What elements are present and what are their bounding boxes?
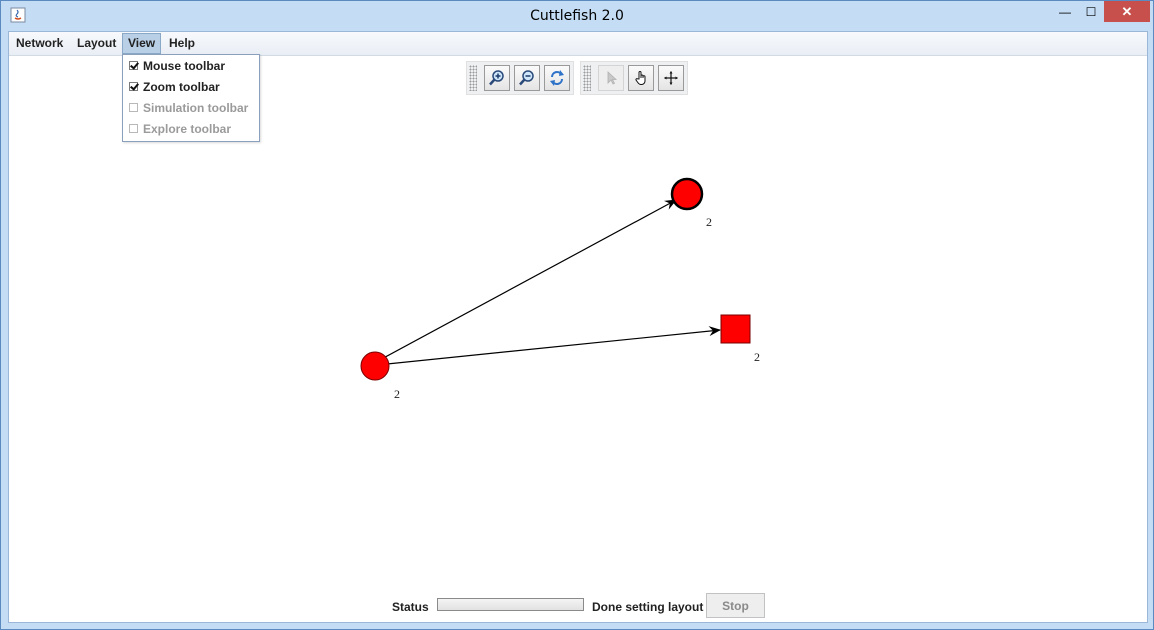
menu-view[interactable]: View <box>122 33 162 54</box>
progress-bar <box>437 598 584 611</box>
status-message: Done setting layout <box>592 600 704 614</box>
close-button[interactable]: ✕ <box>1104 1 1150 22</box>
graph-node-source[interactable] <box>360 351 390 381</box>
edge-source-to-circle[interactable] <box>375 199 677 363</box>
menu-network[interactable]: Network <box>11 33 68 54</box>
menu-item-simulation-toolbar[interactable]: Simulation toolbar <box>123 98 259 119</box>
app-window: Cuttlefish 2.0 — ☐ ✕ Network Layout View… <box>0 0 1154 630</box>
checkbox-checked-icon[interactable] <box>129 82 138 91</box>
view-menu-dropdown: Mouse toolbar Zoom toolbar Simulation to… <box>122 54 260 142</box>
status-bar: Status Done setting layout Stop <box>9 592 1147 622</box>
menu-layout[interactable]: Layout <box>72 33 121 54</box>
graph-node-target-circle[interactable] <box>670 177 704 211</box>
edge-source-to-square[interactable] <box>376 326 721 366</box>
menu-item-mouse-toolbar[interactable]: Mouse toolbar <box>123 56 259 77</box>
stop-button[interactable]: Stop <box>706 593 765 618</box>
node-label-source: 2 <box>394 387 400 401</box>
node-label-target-circle: 2 <box>706 215 712 229</box>
menu-item-label: Simulation toolbar <box>143 101 249 115</box>
menu-item-label: Explore toolbar <box>143 122 232 136</box>
status-label: Status <box>392 600 429 614</box>
minimize-button[interactable]: — <box>1052 1 1078 22</box>
checkbox-checked-icon[interactable] <box>129 61 138 70</box>
checkbox-unchecked-icon[interactable] <box>129 124 138 133</box>
checkbox-unchecked-icon[interactable] <box>129 103 138 112</box>
menu-item-explore-toolbar[interactable]: Explore toolbar <box>123 119 259 140</box>
menu-item-label: Zoom toolbar <box>143 80 220 94</box>
title-bar[interactable]: Cuttlefish 2.0 — ☐ ✕ <box>1 1 1153 31</box>
client-area: Network Layout View Help Mouse toolbar Z… <box>8 31 1148 623</box>
menu-bar: Network Layout View Help <box>9 32 1147 56</box>
maximize-button[interactable]: ☐ <box>1078 1 1104 22</box>
window-title: Cuttlefish 2.0 <box>530 8 624 24</box>
graph-node-target-square[interactable] <box>720 314 751 344</box>
node-label-target-square: 2 <box>754 350 760 364</box>
menu-item-zoom-toolbar[interactable]: Zoom toolbar <box>123 77 259 98</box>
menu-item-label: Mouse toolbar <box>143 59 226 73</box>
menu-help[interactable]: Help <box>164 33 200 54</box>
